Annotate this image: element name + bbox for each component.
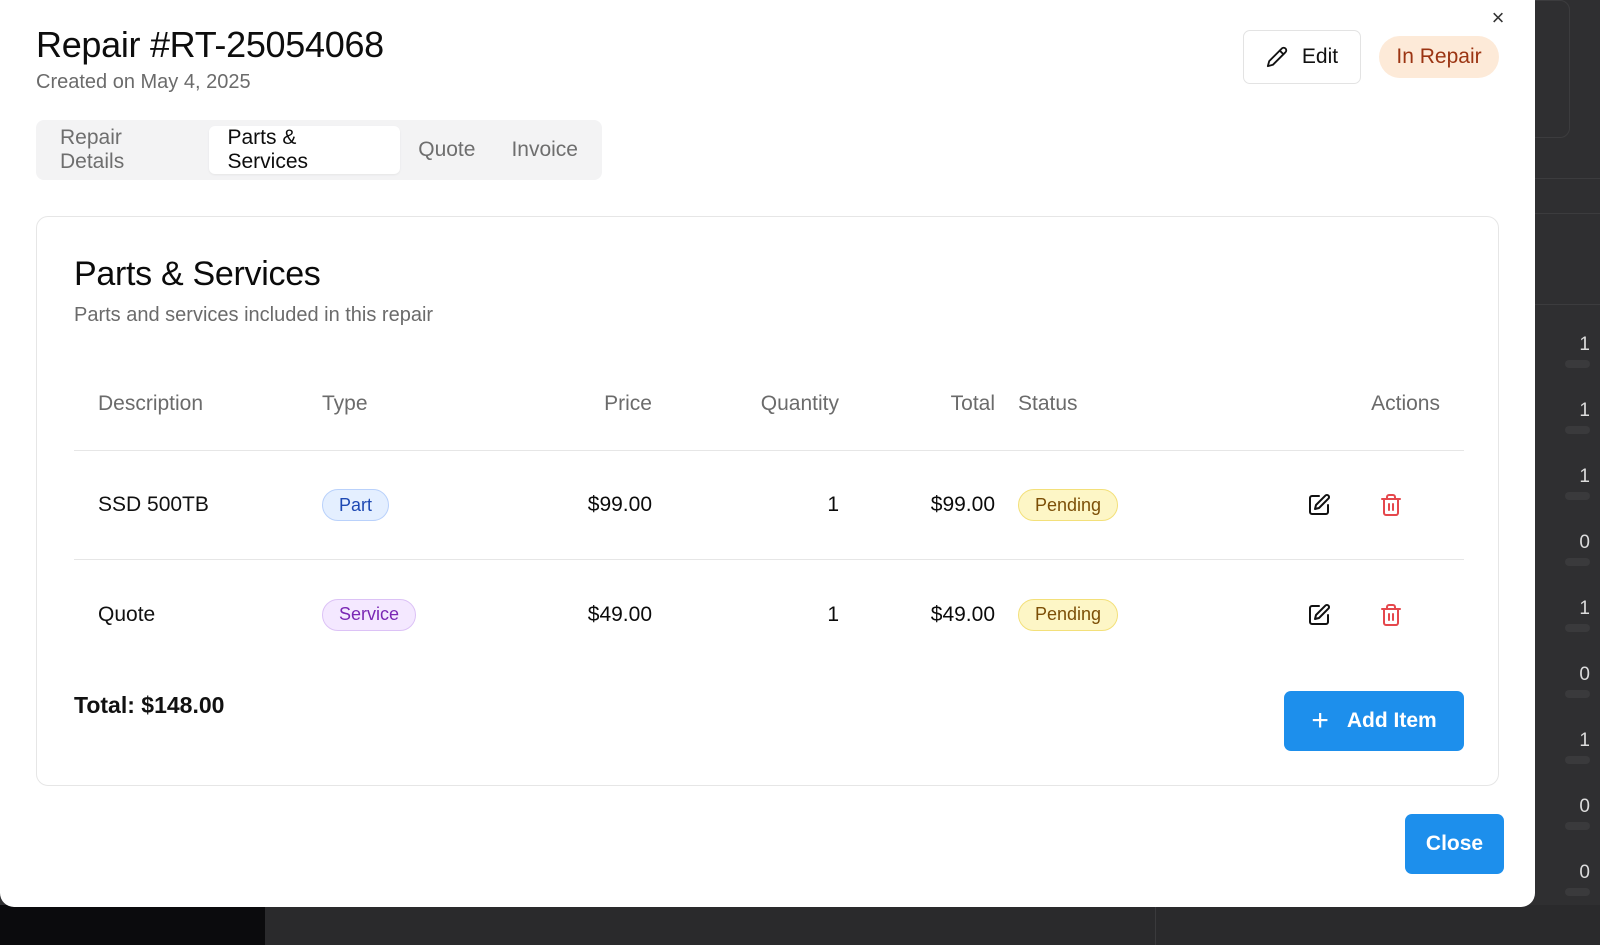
delete-item-button[interactable] [1371, 451, 1411, 559]
row-total: $99.00 [930, 493, 995, 516]
row-price: $99.00 [587, 493, 652, 516]
background-main-area [265, 905, 1600, 945]
background-bar [1565, 360, 1590, 368]
background-value: 1 [1579, 334, 1590, 355]
background-value: 1 [1579, 598, 1590, 619]
edit-button[interactable]: Edit [1243, 30, 1361, 84]
background-value: 1 [1579, 730, 1590, 751]
edit-icon [1309, 494, 1330, 515]
background-bar [1565, 822, 1590, 830]
background-bar [1565, 558, 1590, 566]
row-description: SSD 500TB [98, 493, 209, 516]
table-header-row: Description Type Price Quantity Total St… [74, 357, 1464, 451]
background-divider [1535, 213, 1600, 214]
trash-icon [1381, 603, 1401, 626]
tab-list: Repair Details Parts & Services Quote In… [36, 120, 602, 180]
parts-table: Description Type Price Quantity Total St… [74, 357, 1464, 669]
background-value: 0 [1579, 664, 1590, 685]
background-bar [1565, 426, 1590, 434]
close-button[interactable]: Close [1405, 814, 1504, 874]
modal-title: Repair #RT-25054068 [36, 24, 384, 65]
column-header-quantity: Quantity [760, 391, 839, 415]
card-description: Parts and services included in this repa… [74, 304, 434, 326]
table-row: Quote Service $49.00 1 $49.00 Pending [74, 560, 1464, 669]
parts-services-card: Parts & Services Parts and services incl… [36, 216, 1499, 786]
type-badge: Part [322, 489, 390, 521]
column-header-total: Total [950, 391, 995, 415]
background-bar [1565, 756, 1590, 764]
card-title: Parts & Services [74, 255, 321, 293]
background-bar [1565, 492, 1590, 500]
status-badge: Pending [1018, 598, 1119, 631]
plus-icon: + [1311, 704, 1329, 737]
tab-invoice[interactable]: Invoice [493, 126, 596, 174]
modal-subtitle: Created on May 4, 2025 [36, 71, 251, 93]
background-value: 0 [1579, 796, 1590, 817]
repair-modal: × Repair #RT-25054068 Created on May 4, … [0, 0, 1535, 907]
background-value: 1 [1579, 400, 1590, 421]
delete-item-button[interactable] [1371, 560, 1411, 669]
status-badge: In Repair [1379, 36, 1499, 78]
type-badge: Service [322, 598, 417, 631]
grand-total: Total: $148.00 [74, 692, 225, 718]
table-row: SSD 500TB Part $99.00 1 $99.00 Pending [74, 451, 1464, 560]
edit-item-button[interactable] [1299, 560, 1339, 669]
column-header-description: Description [98, 391, 204, 415]
background-divider [1155, 905, 1156, 945]
row-quantity: 1 [827, 602, 839, 626]
close-icon[interactable]: × [1486, 6, 1510, 30]
edit-icon [1309, 603, 1330, 625]
add-item-label: Add Item [1346, 709, 1437, 732]
background-bar [1565, 690, 1590, 698]
row-description: Quote [98, 602, 156, 626]
background-bar [1565, 624, 1590, 632]
tab-quote[interactable]: Quote [400, 126, 493, 174]
column-header-actions: Actions [1371, 391, 1440, 415]
tab-repair-details[interactable]: Repair Details [42, 126, 209, 174]
column-header-status: Status [1018, 391, 1078, 415]
background-divider [1535, 178, 1600, 179]
background-sidebar [0, 905, 265, 945]
edit-button-label: Edit [1301, 45, 1339, 68]
background-value: 0 [1579, 862, 1590, 883]
background-value: 0 [1579, 532, 1590, 553]
tab-parts-services[interactable]: Parts & Services [209, 126, 401, 174]
column-header-price: Price [604, 391, 652, 415]
pencil-icon [1266, 46, 1288, 68]
status-badge: Pending [1018, 489, 1119, 521]
background-bar [1565, 888, 1590, 896]
add-item-button[interactable]: + Add Item [1284, 691, 1464, 751]
background-divider [1535, 304, 1600, 305]
background-value: 1 [1579, 466, 1590, 487]
trash-icon [1381, 494, 1401, 516]
row-price: $49.00 [587, 602, 652, 626]
row-total: $49.00 [930, 602, 995, 626]
column-header-type: Type [322, 391, 368, 415]
edit-item-button[interactable] [1299, 451, 1339, 559]
row-quantity: 1 [827, 493, 839, 516]
